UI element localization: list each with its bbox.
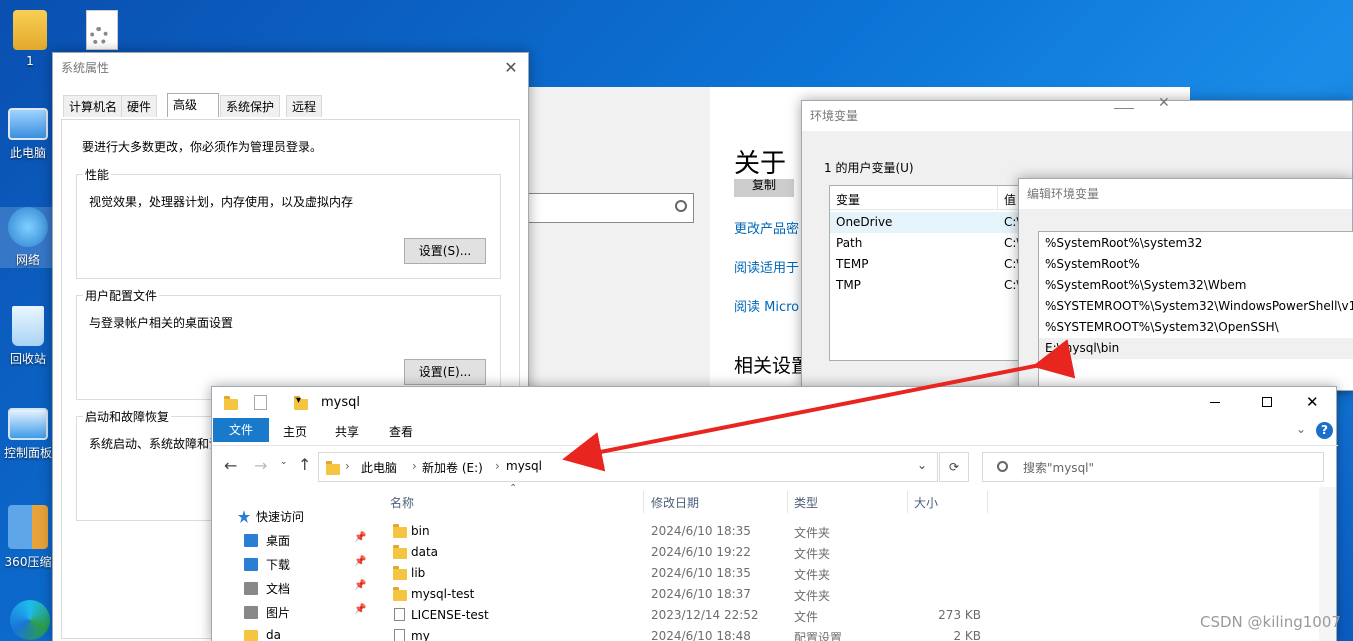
arrow-line — [562, 339, 1076, 472]
annotation-arrow — [562, 339, 1076, 472]
watermark: CSDN @kiling1007 — [1200, 613, 1341, 631]
